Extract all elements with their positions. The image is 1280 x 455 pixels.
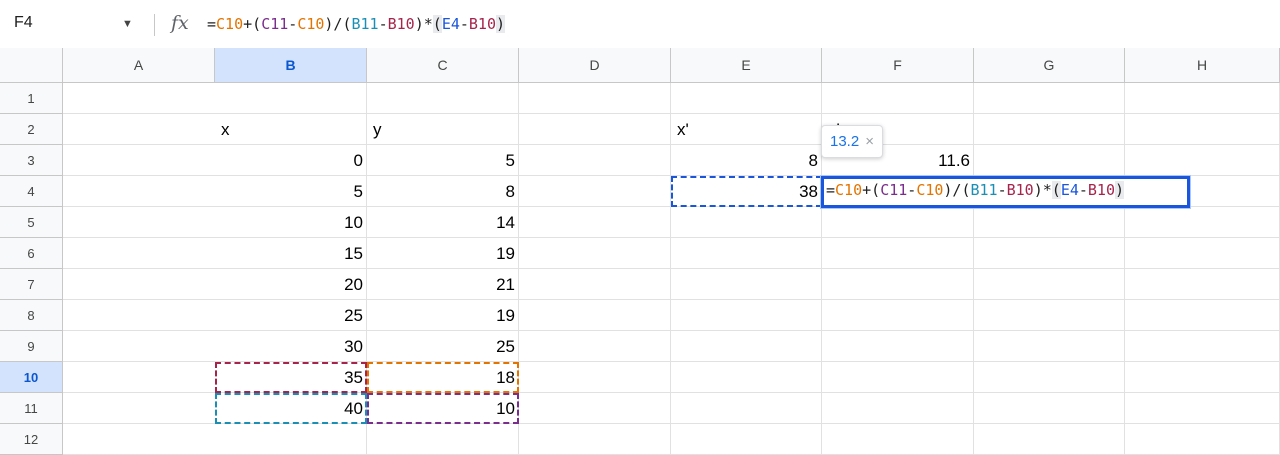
editor-token: E4 [1060, 181, 1079, 199]
formula-bar-divider [154, 14, 155, 36]
formula-token: B10 [468, 15, 496, 33]
tooltip-close-icon[interactable]: × [865, 133, 874, 150]
name-box-dropdown-icon[interactable]: ▼ [122, 18, 133, 30]
formula-token: E4 [441, 15, 460, 33]
editor-token: B11 [970, 181, 998, 199]
column-header-h[interactable]: H [1125, 48, 1280, 83]
formula-token: B10 [387, 15, 415, 33]
editor-token: +( [862, 181, 881, 199]
column-header-g[interactable]: G [974, 48, 1125, 83]
cell-b8[interactable]: 25 [215, 300, 367, 331]
formula-token: +( [243, 15, 262, 33]
cell-b2[interactable]: x [215, 114, 367, 145]
row-header-4[interactable]: 4 [0, 176, 63, 207]
name-box[interactable]: F4 [14, 14, 33, 32]
formula-token: ) [496, 15, 506, 33]
cell-c2[interactable]: y [367, 114, 519, 145]
formula-token: C10 [216, 15, 244, 33]
tooltip-value: 13.2 [830, 133, 860, 150]
cell-c4[interactable]: 8 [367, 176, 519, 207]
editor-token: C11 [880, 181, 908, 199]
editor-token: ) [1115, 181, 1125, 199]
reference-highlight-c11 [367, 393, 519, 424]
row-header-2[interactable]: 2 [0, 114, 63, 145]
editor-token: C10 [835, 181, 863, 199]
editor-token: = [826, 181, 836, 199]
row-header-8[interactable]: 8 [0, 300, 63, 331]
formula-result-tooltip: 13.2 × [821, 125, 883, 158]
row-header-9[interactable]: 9 [0, 331, 63, 362]
formula-bar: F4 ▼ fx =C10+(C11-C10)/(B11-B10)*(E4-B10… [0, 0, 1280, 49]
cell-b7[interactable]: 20 [215, 269, 367, 300]
row-header-6[interactable]: 6 [0, 238, 63, 269]
formula-token: )/( [324, 15, 352, 33]
editor-token: )/( [943, 181, 971, 199]
editor-token: - [997, 181, 1007, 199]
row-header-3[interactable]: 3 [0, 145, 63, 176]
cell-c8[interactable]: 19 [367, 300, 519, 331]
row-header-11[interactable]: 11 [0, 393, 63, 424]
formula-token: B11 [351, 15, 379, 33]
editor-token: B10 [1087, 181, 1115, 199]
column-header-d[interactable]: D [519, 48, 671, 83]
formula-token: - [288, 15, 298, 33]
cell-b6[interactable]: 15 [215, 238, 367, 269]
editor-token: C10 [916, 181, 944, 199]
cell-b3[interactable]: 0 [215, 145, 367, 176]
reference-highlight-b11 [215, 393, 367, 424]
formula-token: - [459, 15, 469, 33]
cell-b9[interactable]: 30 [215, 331, 367, 362]
reference-highlight-c10 [367, 362, 519, 393]
formula-input[interactable]: =C10+(C11-C10)/(B11-B10)*(E4-B10) [207, 15, 506, 33]
cell-c7[interactable]: 21 [367, 269, 519, 300]
select-all-corner[interactable] [0, 48, 63, 83]
editor-token: B10 [1006, 181, 1034, 199]
spreadsheet-grid: ABCDEFGH123456789101112xyx'y'05811.65838… [0, 48, 1280, 455]
formula-token: - [378, 15, 388, 33]
column-header-c[interactable]: C [367, 48, 519, 83]
cell-e3[interactable]: 8 [671, 145, 822, 176]
column-header-b[interactable]: B [215, 48, 367, 83]
cell-c3[interactable]: 5 [367, 145, 519, 176]
column-header-a[interactable]: A [63, 48, 215, 83]
editor-token: ( [1051, 181, 1061, 199]
row-header-12[interactable]: 12 [0, 424, 63, 455]
row-header-10[interactable]: 10 [0, 362, 63, 393]
formula-token: ( [432, 15, 442, 33]
reference-highlight-e4 [671, 176, 822, 207]
column-header-e[interactable]: E [671, 48, 822, 83]
formula-token: )* [414, 15, 433, 33]
formula-token: C10 [297, 15, 325, 33]
cell-b4[interactable]: 5 [215, 176, 367, 207]
row-header-1[interactable]: 1 [0, 83, 63, 114]
row-header-5[interactable]: 5 [0, 207, 63, 238]
column-gridline [1124, 83, 1125, 454]
cell-c9[interactable]: 25 [367, 331, 519, 362]
fx-icon: fx [171, 12, 189, 34]
editor-token: - [1078, 181, 1088, 199]
cell-e2[interactable]: x' [671, 114, 822, 145]
cell-b5[interactable]: 10 [215, 207, 367, 238]
cell-c6[interactable]: 19 [367, 238, 519, 269]
editor-token: - [907, 181, 917, 199]
cell-editor-f4[interactable]: =C10+(C11-C10)/(B11-B10)*(E4-B10) [821, 176, 1190, 208]
formula-token: C11 [261, 15, 289, 33]
reference-highlight-b10 [215, 362, 367, 393]
formula-token: = [207, 15, 217, 33]
column-header-f[interactable]: F [822, 48, 974, 83]
editor-token: )* [1033, 181, 1052, 199]
row-header-7[interactable]: 7 [0, 269, 63, 300]
cell-c5[interactable]: 14 [367, 207, 519, 238]
